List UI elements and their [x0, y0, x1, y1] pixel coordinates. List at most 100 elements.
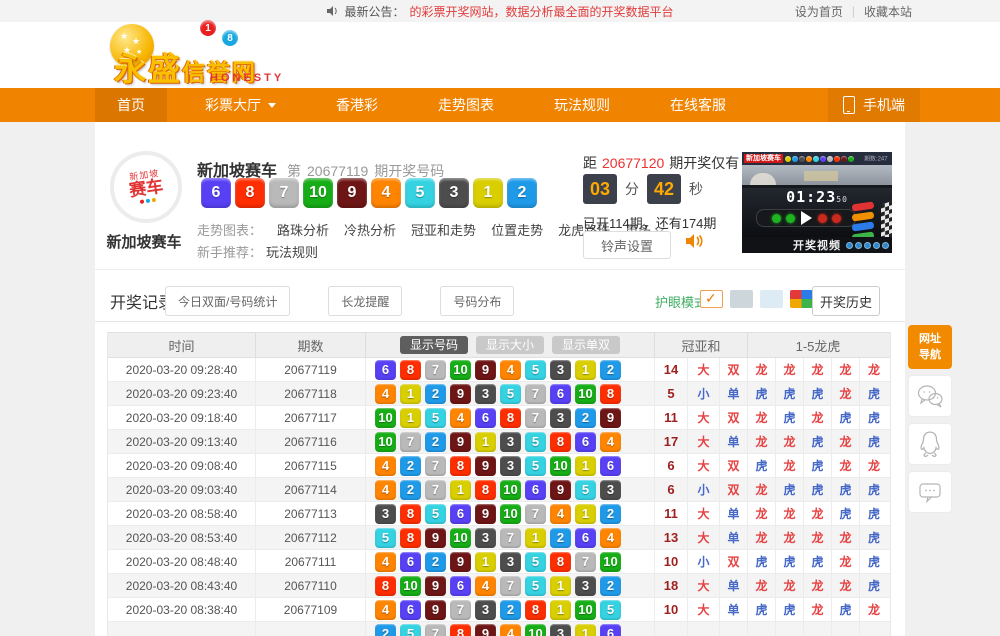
cell-dragon-tiger: 龙: [748, 502, 776, 525]
mini-ball: 4: [475, 576, 496, 596]
cell-sum: 11: [655, 406, 688, 429]
rules-link[interactable]: 玩法规则: [266, 242, 318, 261]
cell-size: 大: [688, 502, 720, 525]
cell-dragon-tiger: 虎: [804, 550, 832, 573]
mini-ball: 3: [500, 432, 521, 452]
mini-ball: 4: [550, 504, 571, 524]
mini-ball: 6: [575, 528, 596, 548]
mini-ball: 4: [500, 360, 521, 380]
game-logo-badge: 新加坡 赛车: [110, 151, 182, 223]
cell-issue: 20677110: [256, 574, 366, 597]
mini-ball: 10: [500, 480, 521, 500]
cell-parity: 双: [720, 358, 748, 381]
mobile-version-button[interactable]: 手机端: [828, 88, 920, 122]
cell-dragon-tiger: 虎: [804, 478, 832, 501]
cell-numbers: 58910371264: [366, 526, 655, 549]
cell-dragon-tiger: 龙: [776, 454, 804, 477]
trend-link[interactable]: 冷热分析: [344, 220, 396, 239]
wechat-button[interactable]: [908, 375, 952, 417]
nav-item[interactable]: 香港彩: [314, 88, 400, 122]
current-issue-number: 20677119: [307, 163, 368, 179]
nav-item[interactable]: 彩票大厅: [183, 88, 298, 122]
site-nav-badge[interactable]: 网址导航: [908, 325, 952, 369]
play-icon[interactable]: [801, 211, 812, 225]
display-toggle-button[interactable]: 显示单双: [552, 336, 620, 354]
live-draw-video[interactable]: 新加坡赛车 期数:247 01:2350 开奖视频: [742, 152, 892, 253]
nav-item[interactable]: 走势图表: [416, 88, 516, 122]
theme-blue-swatch[interactable]: [760, 290, 783, 308]
col-dragon-tiger: 1-5龙虎: [748, 333, 888, 357]
nav-item[interactable]: 首页: [95, 88, 167, 122]
cell-dragon-tiger: 龙: [804, 502, 832, 525]
mini-ball: 4: [375, 600, 396, 620]
video-issue-info: 期数:247: [864, 154, 887, 163]
records-tool-button[interactable]: 今日双面/号码统计: [165, 286, 290, 316]
mini-ball: 9: [475, 456, 496, 476]
trend-link[interactable]: 冠亚和走势: [411, 220, 476, 239]
cell-dragon-tiger: 虎: [776, 406, 804, 429]
mini-ball: 2: [600, 360, 621, 380]
cell-dragon-tiger: [860, 622, 888, 636]
history-button[interactable]: 开奖历史: [812, 286, 880, 316]
cell-dragon-tiger: 龙: [832, 454, 860, 477]
video-ball-dot: [813, 156, 819, 162]
theme-default-checkbox[interactable]: [700, 290, 723, 308]
mini-ball: 2: [400, 456, 421, 476]
cell-sum: 13: [655, 526, 688, 549]
cell-dragon-tiger: 虎: [860, 526, 888, 549]
cell-numbers: 46973281105: [366, 598, 655, 621]
mini-ball: 2: [600, 576, 621, 596]
mini-ball: 4: [500, 624, 521, 636]
mini-ball: 8: [400, 360, 421, 380]
cell-parity: 双: [720, 550, 748, 573]
sound-toggle-icon[interactable]: [685, 233, 703, 254]
mini-ball: 9: [425, 600, 446, 620]
records-tool-button[interactable]: 号码分布: [440, 286, 514, 316]
mini-ball: 9: [450, 552, 471, 572]
site-logo[interactable]: ★★★★ 1 8 永盛信誉网 HONESTY: [100, 22, 330, 88]
favorite-link[interactable]: 收藏本站: [864, 3, 912, 20]
mini-ball: 7: [400, 432, 421, 452]
display-toggle-button[interactable]: 显示号码: [400, 336, 468, 354]
mini-ball: 9: [425, 576, 446, 596]
trend-link[interactable]: 位置走势: [491, 220, 543, 239]
mini-ball: 1: [550, 600, 571, 620]
video-caption: 开奖视频: [793, 237, 841, 253]
chat-bubble-icon: [917, 480, 943, 504]
cell-dragon-tiger: 龙: [832, 526, 860, 549]
nav-item[interactable]: 在线客服: [648, 88, 748, 122]
cell-size: [688, 622, 720, 636]
cell-size: 大: [688, 358, 720, 381]
cell-issue: 20677116: [256, 430, 366, 453]
mini-ball: 3: [500, 456, 521, 476]
qq-icon: [918, 430, 942, 458]
mini-ball: 7: [575, 552, 596, 572]
cell-parity: 单: [720, 430, 748, 453]
dropdown-caret-icon: [268, 103, 276, 108]
mini-ball: 7: [425, 480, 446, 500]
theme-gray-swatch[interactable]: [730, 290, 753, 308]
mini-ball: 6: [450, 576, 471, 596]
qq-button[interactable]: [908, 423, 952, 465]
video-ball-dot: [841, 156, 847, 162]
trend-link[interactable]: 路珠分析: [277, 220, 329, 239]
nav-item[interactable]: 玩法规则: [532, 88, 632, 122]
mini-ball: 7: [500, 576, 521, 596]
mini-ball: 10: [375, 432, 396, 452]
theme-color-swatch[interactable]: [790, 290, 813, 308]
cell-time: 2020-03-20 09:13:40: [108, 430, 256, 453]
cell-dragon-tiger: 虎: [748, 454, 776, 477]
set-home-link[interactable]: 设为首页: [795, 3, 843, 20]
cell-dragon-tiger: 龙: [832, 382, 860, 405]
mini-ball: 1: [475, 552, 496, 572]
ring-settings-button[interactable]: 铃声设置: [583, 231, 671, 259]
result-row: 2020-03-20 08:58:40206771133856910741211…: [108, 502, 890, 526]
chat-button[interactable]: [908, 471, 952, 513]
display-toggle-button[interactable]: 显示大小: [476, 336, 544, 354]
site-header: ★★★★ 1 8 永盛信誉网 HONESTY: [0, 22, 1000, 88]
lottery-ball: 10: [303, 178, 333, 208]
records-tool-button[interactable]: 长龙提醒: [328, 286, 402, 316]
cell-dragon-tiger: [776, 622, 804, 636]
cell-numbers: 42718106953: [366, 478, 655, 501]
cell-dragon-tiger: 虎: [860, 406, 888, 429]
